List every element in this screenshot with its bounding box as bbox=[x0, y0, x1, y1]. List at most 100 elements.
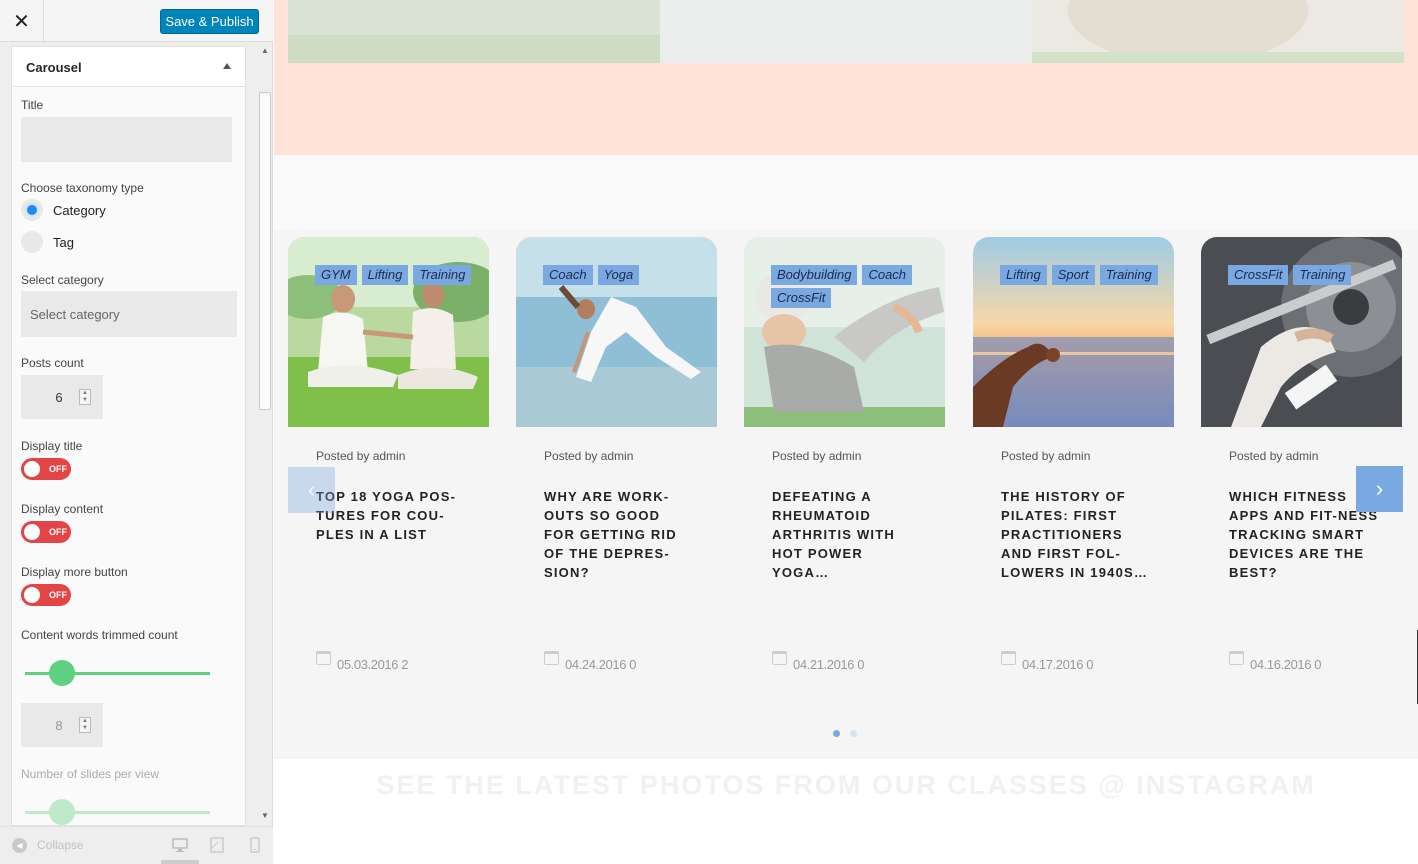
scrollbar-thumb[interactable] bbox=[259, 92, 271, 410]
taxonomy-tag-label: Tag bbox=[53, 235, 74, 250]
post-tags: Lifting Sport Training bbox=[1000, 265, 1160, 285]
post-date: 04.17.2016 bbox=[1022, 657, 1084, 672]
toggle-knob bbox=[24, 587, 40, 603]
toggle-state: OFF bbox=[49, 464, 67, 474]
taxonomy-category-radio[interactable] bbox=[21, 199, 43, 221]
comment-count: 0 bbox=[857, 657, 865, 672]
post-title[interactable]: Why are work-outs so good for getting ri… bbox=[544, 487, 694, 582]
post-title[interactable]: Defeating a rheumatoid arthritis with ho… bbox=[772, 487, 922, 582]
tag-link[interactable]: Training bbox=[1099, 265, 1158, 285]
comment-count: 2 bbox=[401, 657, 409, 672]
close-button[interactable]: ✕ bbox=[0, 0, 44, 42]
collapse-icon[interactable]: ◀ bbox=[12, 838, 27, 853]
display-content-label: Display content bbox=[21, 502, 104, 516]
post-date: 04.21.2016 bbox=[793, 657, 855, 672]
comment-count: 0 bbox=[1086, 657, 1094, 672]
save-publish-button[interactable]: Save & Publish bbox=[160, 9, 259, 34]
post-author: Posted by admin bbox=[316, 449, 406, 463]
customizer-header: ✕ Save & Publish bbox=[0, 0, 273, 42]
comment-count: 0 bbox=[1314, 657, 1322, 672]
tag-link[interactable]: Lifting bbox=[361, 265, 409, 285]
carousel-next-button[interactable]: › bbox=[1356, 466, 1403, 512]
site-preview: GYM Lifting Training Posted by admin Top… bbox=[274, 0, 1418, 864]
tag-link[interactable]: Training bbox=[413, 265, 472, 285]
chevron-right-icon: › bbox=[1375, 476, 1384, 501]
chevron-left-icon: ‹ bbox=[307, 477, 316, 502]
section-title: Carousel bbox=[26, 60, 82, 75]
mobile-icon[interactable] bbox=[247, 837, 263, 853]
calendar-icon bbox=[1001, 651, 1016, 665]
calendar-icon bbox=[544, 651, 559, 665]
carousel-prev-button[interactable]: ‹ bbox=[288, 467, 335, 513]
posts-count-label: Posts count bbox=[21, 356, 84, 370]
spin-arrows-icon[interactable]: ▲ ▼ bbox=[79, 717, 91, 733]
hero-gallery-image bbox=[288, 0, 1404, 63]
display-more-label: Display more button bbox=[21, 565, 128, 579]
post-author: Posted by admin bbox=[1001, 449, 1091, 463]
post-date: 04.24.2016 bbox=[565, 657, 627, 672]
tag-link[interactable]: Sport bbox=[1051, 265, 1095, 285]
post-tags: CrossFit Training bbox=[1228, 265, 1388, 285]
tag-link[interactable]: CrossFit bbox=[771, 288, 832, 308]
calendar-icon bbox=[316, 651, 331, 665]
post-author: Posted by admin bbox=[1229, 449, 1319, 463]
slides-per-view-slider-handle[interactable] bbox=[49, 799, 75, 825]
post-title[interactable]: The history of pilates: first practition… bbox=[1001, 487, 1151, 582]
post-tags: Bodybuilding Coach CrossFit bbox=[771, 265, 931, 308]
display-more-toggle[interactable]: OFF bbox=[21, 584, 71, 606]
spin-arrows-icon[interactable]: ▲ ▼ bbox=[79, 389, 91, 405]
scroll-down-arrow-icon[interactable]: ▼ bbox=[261, 811, 269, 820]
customizer-sidebar: ✕ Save & Publish Carousel Title Choose t… bbox=[0, 0, 273, 864]
trim-count-slider-handle[interactable] bbox=[49, 660, 75, 686]
post-author: Posted by admin bbox=[772, 449, 862, 463]
collapse-button[interactable]: Collapse bbox=[37, 838, 84, 852]
section-header[interactable]: Carousel bbox=[12, 47, 245, 87]
customizer-footer: ◀ Collapse bbox=[0, 826, 273, 864]
post-date: 05.03.2016 bbox=[337, 657, 399, 672]
close-icon: ✕ bbox=[13, 10, 30, 33]
posts-count-stepper[interactable]: 6 ▲ ▼ bbox=[21, 375, 103, 419]
trim-count-stepper[interactable]: 8 ▲ ▼ bbox=[21, 703, 103, 747]
carousel-spacer bbox=[274, 155, 1418, 230]
toggle-state: OFF bbox=[49, 527, 67, 537]
taxonomy-tag-radio[interactable] bbox=[21, 231, 43, 253]
customizer-app: ✕ Save & Publish Carousel Title Choose t… bbox=[0, 0, 1418, 864]
taxonomy-label: Choose taxonomy type bbox=[21, 181, 144, 195]
tag-link[interactable]: CrossFit bbox=[1228, 265, 1289, 285]
scroll-up-arrow-icon[interactable]: ▲ bbox=[261, 46, 269, 55]
select-category-label: Select category bbox=[21, 273, 104, 287]
toggle-knob bbox=[24, 461, 40, 477]
toggle-knob bbox=[24, 524, 40, 540]
display-title-toggle[interactable]: OFF bbox=[21, 458, 71, 480]
tag-link[interactable]: GYM bbox=[315, 265, 357, 285]
post-tags: GYM Lifting Training bbox=[315, 265, 475, 285]
tag-link[interactable]: Coach bbox=[543, 265, 593, 285]
calendar-icon bbox=[1229, 651, 1244, 665]
tablet-icon[interactable] bbox=[209, 837, 225, 853]
title-label: Title bbox=[21, 98, 44, 112]
desktop-icon[interactable] bbox=[172, 837, 188, 853]
post-title[interactable]: Top 18 yoga pos-tures for cou-ples in a … bbox=[316, 487, 466, 544]
carousel-dot[interactable] bbox=[850, 730, 857, 737]
select-category-placeholder: Select category bbox=[30, 307, 120, 322]
display-title-label: Display title bbox=[21, 439, 83, 453]
post-tags: Coach Yoga bbox=[543, 265, 703, 285]
collapse-arrow-icon[interactable] bbox=[223, 63, 231, 69]
carousel-section: Carousel Title Choose taxonomy type Cate… bbox=[11, 46, 246, 826]
display-content-toggle[interactable]: OFF bbox=[21, 521, 71, 543]
carousel-dot-active[interactable] bbox=[833, 730, 840, 737]
select-category-dropdown[interactable]: Select category bbox=[21, 291, 237, 337]
toggle-state: OFF bbox=[49, 590, 67, 600]
tag-link[interactable]: Lifting bbox=[1000, 265, 1047, 285]
title-input[interactable] bbox=[21, 117, 232, 162]
post-date: 04.16.2016 bbox=[1250, 657, 1312, 672]
taxonomy-category-label: Category bbox=[53, 203, 106, 218]
active-device-indicator bbox=[161, 860, 199, 864]
tag-link[interactable]: Yoga bbox=[597, 265, 640, 285]
tag-link[interactable]: Training bbox=[1293, 265, 1352, 285]
trim-count-label: Content words trimmed count bbox=[21, 628, 178, 642]
tag-link[interactable]: Coach bbox=[862, 265, 913, 285]
sidebar-scrollbar[interactable]: ▲ ▼ bbox=[258, 42, 272, 822]
tag-link[interactable]: Bodybuilding bbox=[771, 265, 858, 285]
instagram-heading: See the latest photos from our classes @… bbox=[376, 770, 1316, 800]
